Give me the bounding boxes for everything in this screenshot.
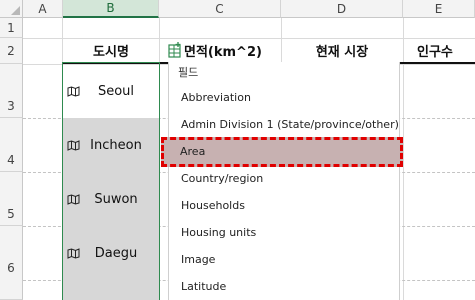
selection-range-border — [62, 62, 160, 300]
header-cell-mayor[interactable]: 현재 시장 — [281, 38, 403, 62]
field-item-latitude[interactable]: Latitude — [181, 280, 226, 293]
field-item-admin-division[interactable]: Admin Division 1 (State/province/other) — [181, 118, 399, 131]
add-column-icon[interactable] — [168, 42, 182, 58]
field-item-abbreviation[interactable]: Abbreviation — [181, 91, 251, 104]
column-header-e[interactable]: E — [403, 0, 475, 18]
field-item-housing-units[interactable]: Housing units — [181, 226, 256, 239]
header-cell-population[interactable]: 인구수 — [403, 38, 475, 62]
column-label: B — [106, 1, 115, 15]
header-cell-city[interactable]: 도시명 — [63, 38, 159, 62]
row-header-2[interactable]: 2 — [0, 38, 23, 64]
header-label: 도시명 — [93, 44, 129, 60]
column-header-c[interactable]: C — [159, 0, 281, 18]
header-cell-area[interactable]: 면적(km^2) — [184, 38, 281, 62]
row-label: 5 — [7, 206, 15, 221]
row-header-5[interactable]: 5 — [0, 172, 23, 226]
column-label: A — [38, 1, 47, 16]
header-label: 현재 시장 — [315, 44, 369, 60]
field-dropdown-title: 필드 — [178, 66, 199, 79]
field-item-area[interactable]: Area — [180, 145, 205, 158]
header-label: 인구수 — [417, 44, 453, 60]
row-header-1[interactable]: 1 — [0, 18, 23, 38]
row-header-4[interactable]: 4 — [0, 118, 23, 172]
column-header-a[interactable]: A — [23, 0, 63, 18]
field-item-country-region[interactable]: Country/region — [181, 172, 263, 185]
row-label: 6 — [7, 260, 15, 275]
column-label: D — [336, 1, 347, 16]
column-header-d[interactable]: D — [281, 0, 403, 18]
field-item-image[interactable]: Image — [181, 253, 215, 266]
row-label: 2 — [7, 43, 15, 58]
row-label: 3 — [7, 98, 15, 113]
row-header-3[interactable]: 3 — [0, 64, 23, 118]
row-label: 4 — [7, 152, 15, 167]
column-label: E — [434, 1, 443, 16]
column-label: C — [215, 1, 224, 16]
select-all-corner[interactable] — [0, 0, 23, 18]
header-label: 면적(km^2) — [184, 44, 262, 60]
field-dropdown: 필드 Abbreviation Admin Division 1 (State/… — [168, 62, 400, 300]
row-header-6[interactable]: 6 — [0, 226, 23, 300]
field-item-households[interactable]: Households — [181, 199, 245, 212]
row-label: 1 — [7, 20, 15, 35]
column-header-b[interactable]: B — [63, 0, 159, 18]
spreadsheet: A B C D E 1 2 3 4 5 6 도시명 면적(km^2) 현재 시장… — [0, 0, 475, 300]
